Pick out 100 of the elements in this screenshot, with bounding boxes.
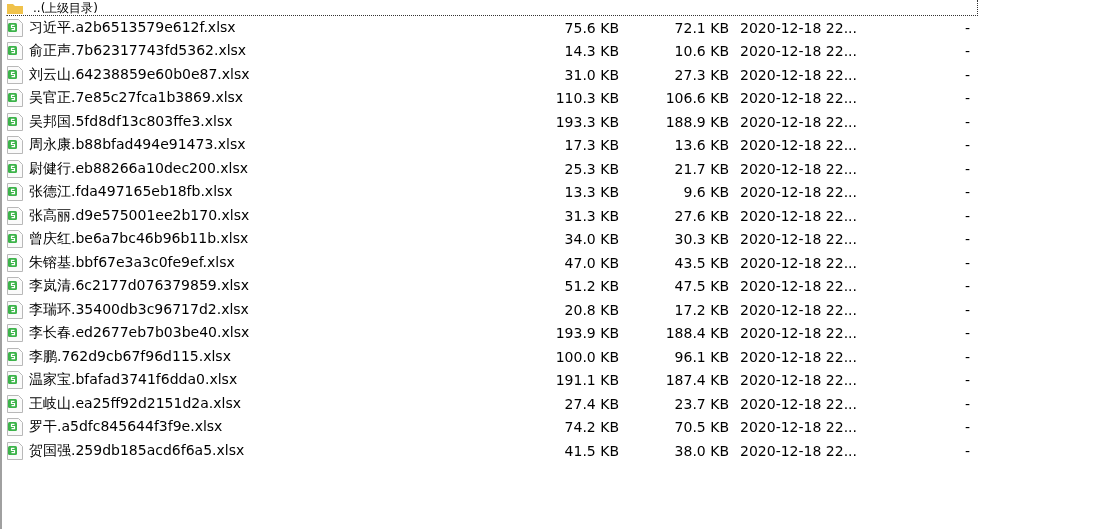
file-name[interactable]: 吴官正.7e85c27fca1b3869.xlsx xyxy=(29,89,534,108)
file-name[interactable]: 俞正声.7b62317743fd5362.xlsx xyxy=(29,42,534,61)
modified-date: 2020-12-18 22... xyxy=(740,66,858,83)
spreadsheet-file-icon xyxy=(7,206,23,225)
parent-folder-row[interactable]: ..(上级目录) xyxy=(6,0,978,16)
column-5-value: - xyxy=(963,19,970,36)
parent-folder-label: ..(上级目录) xyxy=(33,0,98,15)
spreadsheet-file-icon xyxy=(7,253,23,272)
packed-size: 9.6 KB xyxy=(682,184,729,201)
spreadsheet-file-icon xyxy=(7,418,23,437)
modified-date: 2020-12-18 22... xyxy=(740,160,858,177)
file-name[interactable]: 贺国强.259db185acd6f6a5.xlsx xyxy=(29,441,534,460)
file-name[interactable]: 张高丽.d9e575001ee2b170.xlsx xyxy=(29,206,534,225)
packed-size: 17.2 KB xyxy=(673,301,729,318)
packed-size: 187.4 KB xyxy=(664,372,729,389)
packed-size: 106.6 KB xyxy=(664,90,729,107)
packed-size: 10.6 KB xyxy=(673,43,729,60)
column-5-value: - xyxy=(963,184,970,201)
folder-icon xyxy=(7,1,23,14)
packed-size: 27.6 KB xyxy=(673,207,729,224)
spreadsheet-file-icon xyxy=(7,300,23,319)
spreadsheet-file-icon xyxy=(7,394,23,413)
file-size: 41.5 KB xyxy=(563,442,619,459)
column-5-value: - xyxy=(963,90,970,107)
column-5-value: - xyxy=(963,395,970,412)
file-size: 14.3 KB xyxy=(563,43,619,60)
modified-date: 2020-12-18 22... xyxy=(740,254,858,271)
packed-size: 23.7 KB xyxy=(673,395,729,412)
spreadsheet-file-icon xyxy=(7,159,23,178)
column-5-value: - xyxy=(963,301,970,318)
packed-size: 43.5 KB xyxy=(673,254,729,271)
column-5-value: - xyxy=(963,113,970,130)
spreadsheet-file-icon xyxy=(7,347,23,366)
modified-date: 2020-12-18 22... xyxy=(740,19,858,36)
spreadsheet-file-icon xyxy=(7,277,23,296)
file-size: 27.4 KB xyxy=(563,395,619,412)
packed-size: 188.9 KB xyxy=(664,113,729,130)
modified-date: 2020-12-18 22... xyxy=(740,395,858,412)
file-size: 31.3 KB xyxy=(563,207,619,224)
file-name[interactable]: 吴邦国.5fd8df13c803ffe3.xlsx xyxy=(29,112,534,131)
file-size: 17.3 KB xyxy=(563,137,619,154)
spreadsheet-file-icon xyxy=(7,112,23,131)
column-5-value: - xyxy=(963,43,970,60)
modified-date: 2020-12-18 22... xyxy=(740,348,858,365)
file-name[interactable]: 李长春.ed2677eb7b03be40.xlsx xyxy=(29,324,534,343)
file-name[interactable]: 李瑞环.35400db3c96717d2.xlsx xyxy=(29,300,534,319)
column-5-value: - xyxy=(963,325,970,342)
file-name[interactable]: 曾庆红.be6a7bc46b96b11b.xlsx xyxy=(29,230,534,249)
file-size: 75.6 KB xyxy=(563,19,619,36)
packed-size: 21.7 KB xyxy=(673,160,729,177)
packed-size: 72.1 KB xyxy=(673,19,729,36)
column-5-value: - xyxy=(963,254,970,271)
spreadsheet-file-icon xyxy=(7,324,23,343)
file-name[interactable]: 朱镕基.bbf67e3a3c0fe9ef.xlsx xyxy=(29,253,534,272)
spreadsheet-file-icon xyxy=(7,89,23,108)
file-size: 25.3 KB xyxy=(563,160,619,177)
column-5-value: - xyxy=(963,160,970,177)
file-name[interactable]: 张德江.fda497165eb18fb.xlsx xyxy=(29,183,534,202)
column-5-value: - xyxy=(963,278,970,295)
file-name[interactable]: 尉健行.eb88266a10dec200.xlsx xyxy=(29,159,534,178)
file-name[interactable]: 习近平.a2b6513579e612f.xlsx xyxy=(29,18,534,37)
modified-date: 2020-12-18 22... xyxy=(740,137,858,154)
file-size: 31.0 KB xyxy=(563,66,619,83)
file-name[interactable]: 罗干.a5dfc845644f3f9e.xlsx xyxy=(29,418,534,437)
packed-size: 70.5 KB xyxy=(673,419,729,436)
column-5-value: - xyxy=(963,372,970,389)
modified-date: 2020-12-18 22... xyxy=(740,184,858,201)
spreadsheet-file-icon xyxy=(7,441,23,460)
file-name[interactable]: 刘云山.64238859e60b0e87.xlsx xyxy=(29,65,534,84)
packed-size: 47.5 KB xyxy=(673,278,729,295)
file-size: 34.0 KB xyxy=(563,231,619,248)
modified-date: 2020-12-18 22... xyxy=(740,43,858,60)
file-name[interactable]: 周永康.b88bfad494e91473.xlsx xyxy=(29,136,534,155)
file-size: 193.9 KB xyxy=(554,325,619,342)
modified-date: 2020-12-18 22... xyxy=(740,301,858,318)
modified-date: 2020-12-18 22... xyxy=(740,419,858,436)
modified-date: 2020-12-18 22... xyxy=(740,372,858,389)
modified-date: 2020-12-18 22... xyxy=(740,278,858,295)
file-name[interactable]: 李岚清.6c2177d076379859.xlsx xyxy=(29,277,534,296)
file-name[interactable]: 王岐山.ea25ff92d2151d2a.xlsx xyxy=(29,394,534,413)
column-5-value: - xyxy=(963,348,970,365)
packed-size: 96.1 KB xyxy=(673,348,729,365)
spreadsheet-file-icon xyxy=(7,18,23,37)
column-5-value: - xyxy=(963,137,970,154)
packed-size: 38.0 KB xyxy=(673,442,729,459)
packed-size: 13.6 KB xyxy=(673,137,729,154)
modified-date: 2020-12-18 22... xyxy=(740,325,858,342)
column-5-value: - xyxy=(963,207,970,224)
column-5-value: - xyxy=(963,231,970,248)
column-5-value: - xyxy=(963,419,970,436)
spreadsheet-file-icon xyxy=(7,230,23,249)
file-size: 47.0 KB xyxy=(563,254,619,271)
packed-size: 188.4 KB xyxy=(664,325,729,342)
file-name[interactable]: 李鹏.762d9cb67f96d115.xlsx xyxy=(29,347,534,366)
spreadsheet-file-icon xyxy=(7,42,23,61)
file-size: 74.2 KB xyxy=(563,419,619,436)
file-name[interactable]: 温家宝.bfafad3741f6dda0.xlsx xyxy=(29,371,534,390)
packed-size: 27.3 KB xyxy=(673,66,729,83)
column-5-value: - xyxy=(963,442,970,459)
modified-date: 2020-12-18 22... xyxy=(740,113,858,130)
